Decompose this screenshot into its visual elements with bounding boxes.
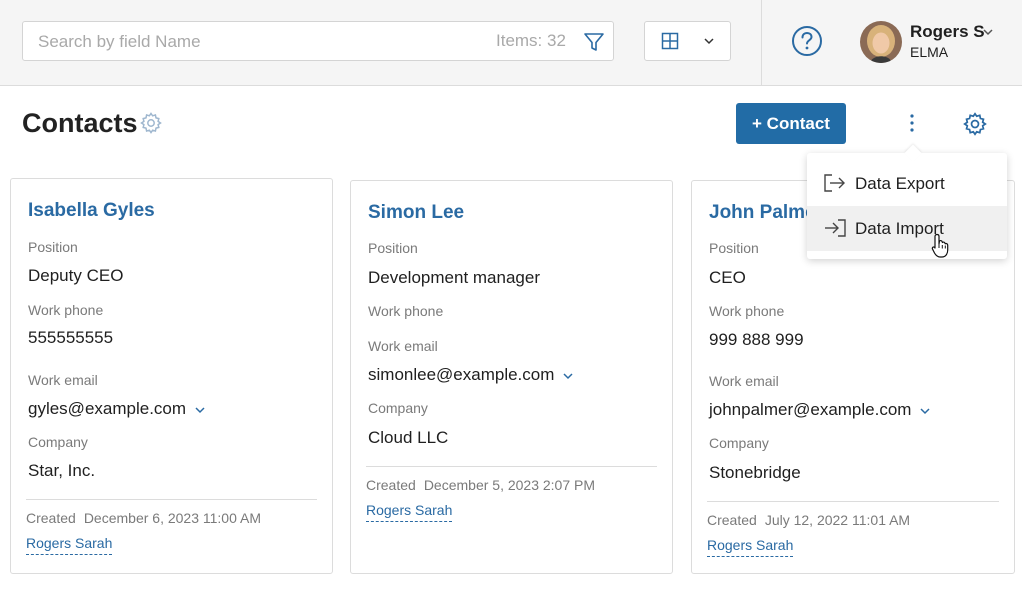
search-input[interactable] xyxy=(38,30,478,54)
import-icon xyxy=(825,219,846,237)
author-link[interactable]: Rogers Sarah xyxy=(366,502,453,522)
field-label: Work email xyxy=(28,372,98,388)
chevron-down-icon[interactable] xyxy=(982,26,994,38)
field-label: Work phone xyxy=(368,303,444,319)
email-value[interactable]: simonlee@example.com xyxy=(368,365,574,385)
phone-value[interactable]: 555555555 xyxy=(28,328,113,348)
divider xyxy=(707,501,999,502)
created-label: Created xyxy=(26,510,76,526)
hand-cursor-icon xyxy=(931,233,949,258)
items-count: Items: 32 xyxy=(496,31,566,50)
created-label: Created xyxy=(366,477,416,493)
contact-name[interactable]: John Palme xyxy=(709,202,816,224)
contact-name[interactable]: Simon Lee xyxy=(368,202,464,224)
field-label: Position xyxy=(709,240,759,256)
created-info: Created December 6, 2023 11:00 AM xyxy=(26,510,261,526)
field-label: Work phone xyxy=(709,303,785,319)
position-value: Development manager xyxy=(368,268,540,287)
chevron-down-icon[interactable] xyxy=(919,405,931,417)
header-divider xyxy=(761,0,762,86)
contact-card[interactable]: Isabella Gyles Position Deputy CEO Work … xyxy=(10,178,333,574)
email-text[interactable]: gyles@example.com xyxy=(28,399,186,418)
add-contact-button[interactable]: + Contact xyxy=(736,103,846,144)
avatar[interactable] xyxy=(860,21,902,63)
settings-icon[interactable] xyxy=(962,111,988,137)
email-value[interactable]: gyles@example.com xyxy=(28,399,206,419)
export-icon xyxy=(824,174,845,192)
created-date: December 5, 2023 2:07 PM xyxy=(423,477,596,493)
created-date: July 12, 2022 11:01 AM xyxy=(764,512,911,528)
field-label: Company xyxy=(368,400,428,416)
field-label: Work email xyxy=(709,373,779,389)
author-link[interactable]: Rogers Sarah xyxy=(707,537,794,557)
menu-arrow xyxy=(904,144,922,162)
field-label: Position xyxy=(368,240,418,256)
field-label: Work phone xyxy=(28,302,104,318)
email-text[interactable]: simonlee@example.com xyxy=(368,365,554,384)
phone-value[interactable]: 999 888 999 xyxy=(709,330,804,350)
position-value: CEO xyxy=(709,268,746,287)
company-value: Stonebridge xyxy=(709,463,801,482)
page-title: Contacts xyxy=(22,108,138,138)
divider xyxy=(26,499,317,500)
chevron-down-icon xyxy=(704,38,714,45)
email-text[interactable]: johnpalmer@example.com xyxy=(709,400,911,419)
company-value: Star, Inc. xyxy=(28,461,96,480)
grid-view-icon xyxy=(661,32,679,50)
gear-icon[interactable] xyxy=(139,111,163,135)
divider xyxy=(366,466,657,467)
view-mode-selector[interactable] xyxy=(644,21,731,61)
created-info: Created December 5, 2023 2:07 PM xyxy=(366,477,595,493)
email-value[interactable]: johnpalmer@example.com xyxy=(709,400,931,420)
created-info: Created July 12, 2022 11:01 AM xyxy=(707,512,910,528)
chevron-down-icon[interactable] xyxy=(562,370,574,382)
created-date: December 6, 2023 11:00 AM xyxy=(83,510,261,526)
filter-icon[interactable] xyxy=(583,31,605,53)
search-box[interactable]: Items: 32 xyxy=(22,21,614,61)
field-label: Company xyxy=(709,435,769,451)
more-options-icon[interactable] xyxy=(904,112,920,134)
position-value: Deputy CEO xyxy=(28,266,124,285)
company-value: Cloud LLC xyxy=(368,428,449,447)
user-organization: ELMA xyxy=(910,44,949,60)
created-label: Created xyxy=(707,512,757,528)
user-name[interactable]: Rogers S xyxy=(910,22,985,42)
chevron-down-icon[interactable] xyxy=(194,404,206,416)
menu-item-data-import[interactable]: Data Import xyxy=(807,206,1007,251)
menu-item-label: Data Export xyxy=(855,174,945,193)
help-icon[interactable] xyxy=(791,25,823,57)
more-options-menu: Data Export Data Import xyxy=(807,144,1007,259)
contact-name[interactable]: Isabella Gyles xyxy=(28,200,155,222)
field-label: Work email xyxy=(368,338,438,354)
field-label: Position xyxy=(28,239,78,255)
contact-card[interactable]: Simon Lee Position Development manager W… xyxy=(350,180,673,574)
field-label: Company xyxy=(28,434,88,450)
top-bar: Items: 32 Rogers S ELMA xyxy=(0,0,1022,86)
menu-item-data-export[interactable]: Data Export xyxy=(807,161,1007,206)
author-link[interactable]: Rogers Sarah xyxy=(26,535,113,555)
